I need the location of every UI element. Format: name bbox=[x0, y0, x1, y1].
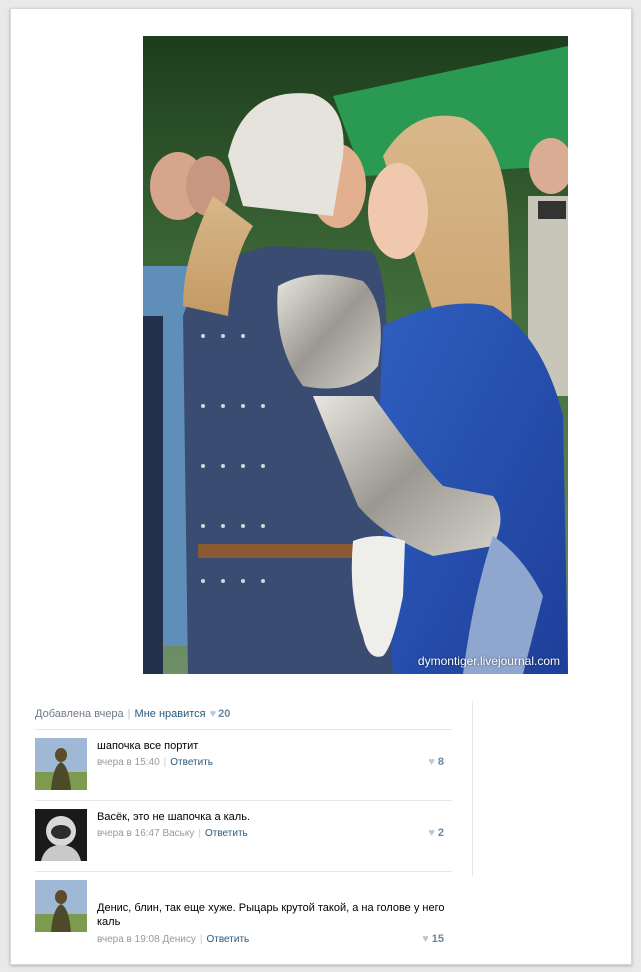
reply-link[interactable]: Ответить bbox=[205, 828, 248, 839]
post-photo[interactable]: dymontiger.livejournal.com bbox=[143, 36, 568, 674]
like-button[interactable]: Мне нравится bbox=[135, 708, 206, 720]
comment-info: вчера в 19:08 Денису | Ответить bbox=[97, 934, 249, 945]
divider bbox=[35, 871, 452, 872]
separator: | bbox=[163, 757, 167, 768]
photo-watermark: dymontiger.livejournal.com bbox=[417, 654, 560, 668]
comment-addressee[interactable]: Ваську bbox=[162, 828, 194, 839]
comment-text: шапочка все портит bbox=[97, 740, 199, 752]
heart-icon: ♥ bbox=[422, 933, 429, 945]
column-divider bbox=[472, 701, 473, 876]
comment-text: Васёк, это не шапочка а каль. bbox=[97, 811, 250, 823]
comment-time[interactable]: вчера в 16:47 bbox=[97, 828, 160, 839]
reply-link[interactable]: Ответить bbox=[207, 934, 250, 945]
heart-icon: ♥ bbox=[428, 827, 435, 839]
comment-item: Васёк, это не шапочка а каль. вчера в 16… bbox=[35, 809, 452, 864]
comment-addressee[interactable]: Денису bbox=[162, 934, 195, 945]
comment-text: Денис, блин, так еще хуже. Рыцарь крутой… bbox=[97, 902, 445, 928]
comment-like-count: 8 bbox=[437, 756, 444, 768]
soldier-avatar-icon[interactable] bbox=[35, 880, 87, 932]
comment-item: Денис, блин, так еще хуже. Рыцарь крутой… bbox=[35, 880, 452, 950]
separator: | bbox=[199, 934, 203, 945]
comment-item: шапочка все портит вчера в 15:40 | Ответит… bbox=[35, 738, 452, 793]
astronaut-avatar-icon[interactable] bbox=[35, 809, 87, 861]
heart-icon[interactable]: ♥ bbox=[210, 708, 217, 720]
post-date: Добавлена вчера bbox=[35, 708, 124, 720]
post-meta: Добавлена вчера | Мне нравится ♥ 20 bbox=[35, 708, 230, 720]
separator: | bbox=[198, 828, 201, 839]
comment-time[interactable]: вчера в 19:08 bbox=[97, 934, 160, 945]
comment-info: вчера в 16:47 Ваську | Ответить bbox=[97, 828, 248, 839]
post-card: dymontiger.livejournal.com Добавлена вче… bbox=[10, 8, 632, 965]
comment-time[interactable]: вчера в 15:40 bbox=[97, 757, 160, 768]
heart-icon: ♥ bbox=[428, 756, 435, 768]
like-count: 20 bbox=[218, 708, 231, 720]
separator: | bbox=[127, 708, 131, 720]
comment-like[interactable]: ♥ 15 bbox=[422, 933, 444, 945]
comment-like[interactable]: ♥ 2 bbox=[428, 827, 444, 839]
soldier-avatar-icon[interactable] bbox=[35, 738, 87, 790]
divider bbox=[35, 800, 452, 801]
comment-like-count: 15 bbox=[431, 933, 444, 945]
comment-like[interactable]: ♥ 8 bbox=[428, 756, 444, 768]
comment-like-count: 2 bbox=[437, 827, 444, 839]
divider bbox=[35, 729, 452, 730]
reply-link[interactable]: Ответить bbox=[170, 757, 213, 768]
comment-info: вчера в 15:40 | Ответить bbox=[97, 757, 213, 768]
knight-and-lady-image bbox=[143, 36, 568, 674]
